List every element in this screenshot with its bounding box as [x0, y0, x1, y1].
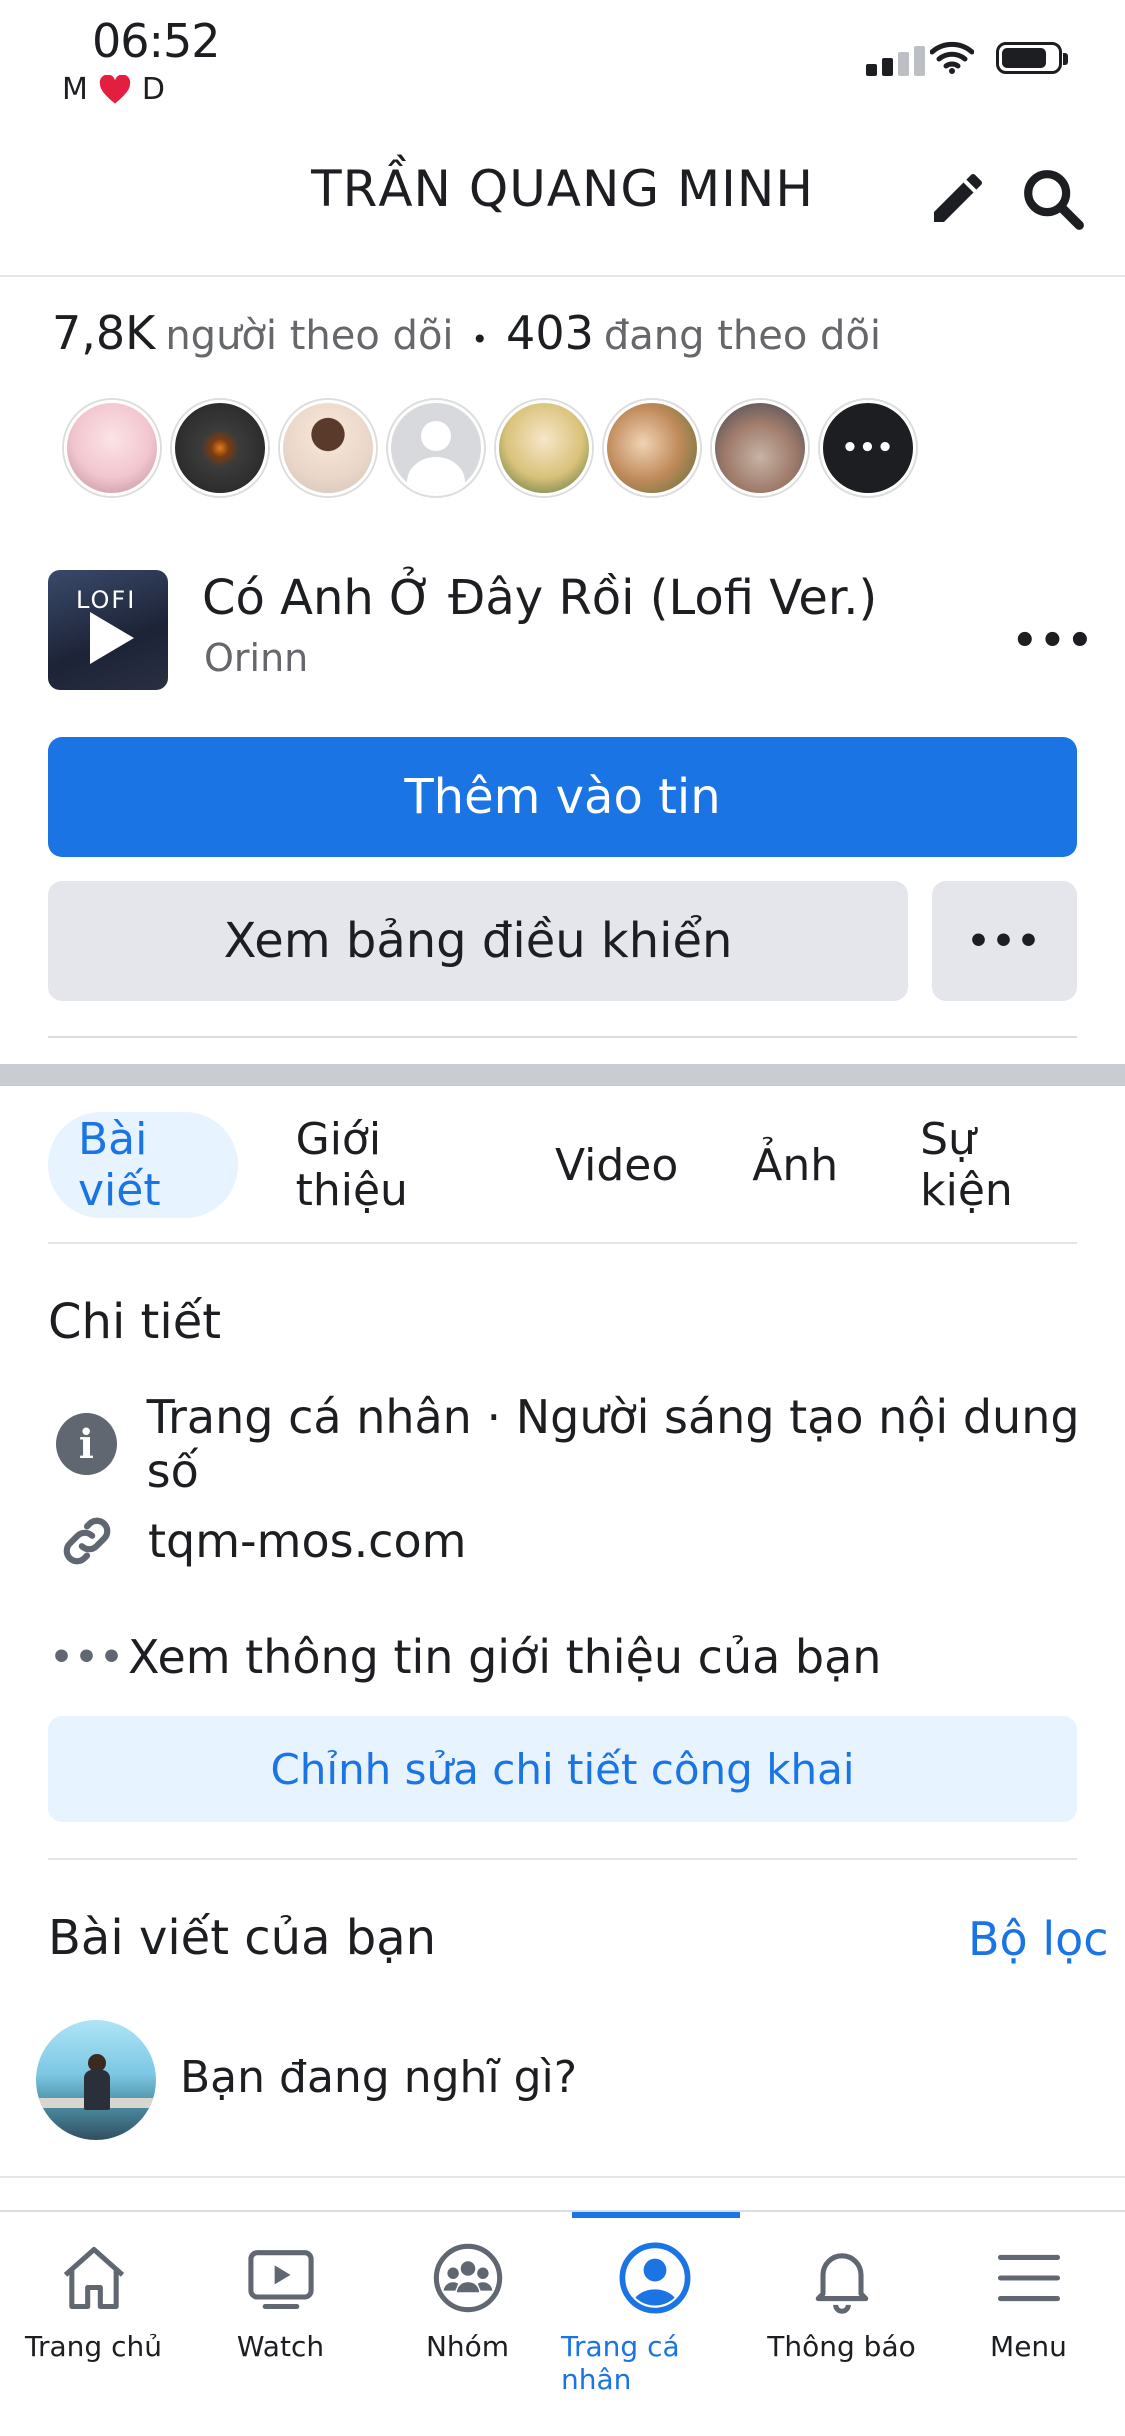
divider: [48, 1858, 1077, 1860]
wifi-icon: [930, 41, 974, 74]
link-icon: [63, 1517, 111, 1565]
info-icon: i: [56, 1413, 117, 1475]
stats-separator: •: [471, 323, 489, 356]
about-link[interactable]: Xem thông tin giới thiệu của bạn: [128, 1630, 881, 1684]
followers-count[interactable]: 7,8K: [52, 306, 155, 360]
post-composer-input[interactable]: Bạn đang nghĩ gì?: [180, 2052, 577, 2103]
cover-label: LOFI: [76, 586, 137, 614]
more-followers-button[interactable]: •••: [820, 400, 916, 496]
home-icon: [63, 2246, 124, 2310]
divider: [0, 2176, 1125, 2178]
nav-profile[interactable]: Trang cá nhân: [561, 2240, 748, 2396]
section-separator: [0, 1064, 1125, 1086]
dashboard-button[interactable]: Xem bảng điều khiển: [48, 881, 908, 1001]
detail-row-category: i Trang cá nhân · Người sáng tạo nội dun…: [56, 1390, 1125, 1498]
tab-photos[interactable]: Ảnh: [722, 1112, 868, 1218]
filter-link[interactable]: Bộ lọc: [968, 1912, 1109, 1966]
follower-avatar[interactable]: [712, 400, 808, 496]
nav-profile-label: Trang cá nhân: [561, 2330, 680, 2396]
following-label: đang theo dõi: [603, 313, 882, 359]
tab-video[interactable]: Video: [525, 1112, 708, 1218]
song-title[interactable]: Có Anh Ở Đây Rồi (Lofi Ver.): [202, 570, 877, 626]
tab-posts[interactable]: Bài viết: [48, 1112, 238, 1218]
heart-icon: [99, 74, 131, 104]
song-more-button[interactable]: •••: [1012, 618, 1095, 664]
divider: [48, 1036, 1077, 1038]
bottom-navigation: Trang chủ Watch Nhóm Trang cá nhân Thông…: [0, 2210, 1125, 2436]
menu-icon: [997, 2254, 1060, 2302]
status-time: 06:52: [92, 14, 221, 68]
nav-home-label: Trang chủ: [25, 2330, 162, 2363]
follower-avatars[interactable]: •••: [64, 400, 916, 496]
carrier-right-text: D: [141, 72, 165, 107]
edit-pencil-icon[interactable]: [926, 166, 990, 230]
details-title: Chi tiết: [48, 1294, 222, 1350]
follower-avatar[interactable]: [172, 400, 268, 496]
watch-icon: [247, 2250, 314, 2310]
followers-label: người theo dõi: [165, 313, 454, 359]
detail-row-about[interactable]: ••• Xem thông tin giới thiệu của bạn: [50, 1630, 881, 1684]
carrier-left-text: M: [62, 72, 88, 107]
follower-avatar[interactable]: [496, 400, 592, 496]
active-tab-indicator: [572, 2212, 740, 2218]
follower-avatar[interactable]: [280, 400, 376, 496]
nav-groups-label: Nhóm: [425, 2330, 510, 2363]
song-artist: Orinn: [204, 636, 309, 680]
detail-row-website[interactable]: tqm-mos.com: [56, 1510, 466, 1572]
nav-menu-label: Menu: [990, 2330, 1067, 2363]
nav-home[interactable]: Trang chủ: [0, 2240, 187, 2363]
battery-icon: [996, 42, 1068, 74]
bell-icon: [815, 2253, 868, 2314]
detail-category-text: Trang cá nhân · Người sáng tạo nội dung …: [146, 1390, 1080, 1498]
divider: [48, 1242, 1077, 1244]
nav-watch-label: Watch: [236, 2330, 325, 2363]
profile-more-button[interactable]: •••: [932, 881, 1077, 1001]
nav-notifications[interactable]: Thông báo: [748, 2240, 935, 2363]
posts-title: Bài viết của bạn: [48, 1910, 437, 1966]
website-link[interactable]: tqm-mos.com: [148, 1514, 466, 1568]
carrier-label: M D: [62, 72, 165, 107]
nav-groups[interactable]: Nhóm: [374, 2240, 561, 2363]
follower-avatar-placeholder[interactable]: [388, 400, 484, 496]
song-cover[interactable]: LOFI: [48, 570, 168, 690]
following-count[interactable]: 403: [506, 306, 594, 360]
tab-about[interactable]: Giới thiệu: [266, 1112, 491, 1218]
edit-details-button[interactable]: Chỉnh sửa chi tiết công khai: [48, 1716, 1077, 1822]
nav-menu[interactable]: Menu: [935, 2240, 1122, 2363]
profile-icon: [619, 2242, 690, 2314]
nav-watch[interactable]: Watch: [187, 2240, 374, 2363]
follower-avatar[interactable]: [64, 400, 160, 496]
signal-icon: [866, 46, 925, 76]
header-divider: [0, 275, 1125, 277]
tab-events[interactable]: Sự kiện: [890, 1112, 1077, 1218]
search-icon[interactable]: [1018, 164, 1088, 234]
my-avatar[interactable]: [36, 2020, 156, 2140]
follower-avatar[interactable]: [604, 400, 700, 496]
groups-icon: [433, 2243, 502, 2313]
add-to-story-button[interactable]: Thêm vào tin: [48, 737, 1077, 857]
follower-stats[interactable]: 7,8K người theo dõi • 403 đang theo dõi: [52, 306, 881, 360]
play-icon[interactable]: [90, 612, 134, 664]
nav-notifications-label: Thông báo: [767, 2330, 916, 2363]
profile-tabs: Bài viết Giới thiệu Video Ảnh Sự kiện: [48, 1112, 1077, 1218]
more-dots-icon: •••: [50, 1636, 126, 1678]
